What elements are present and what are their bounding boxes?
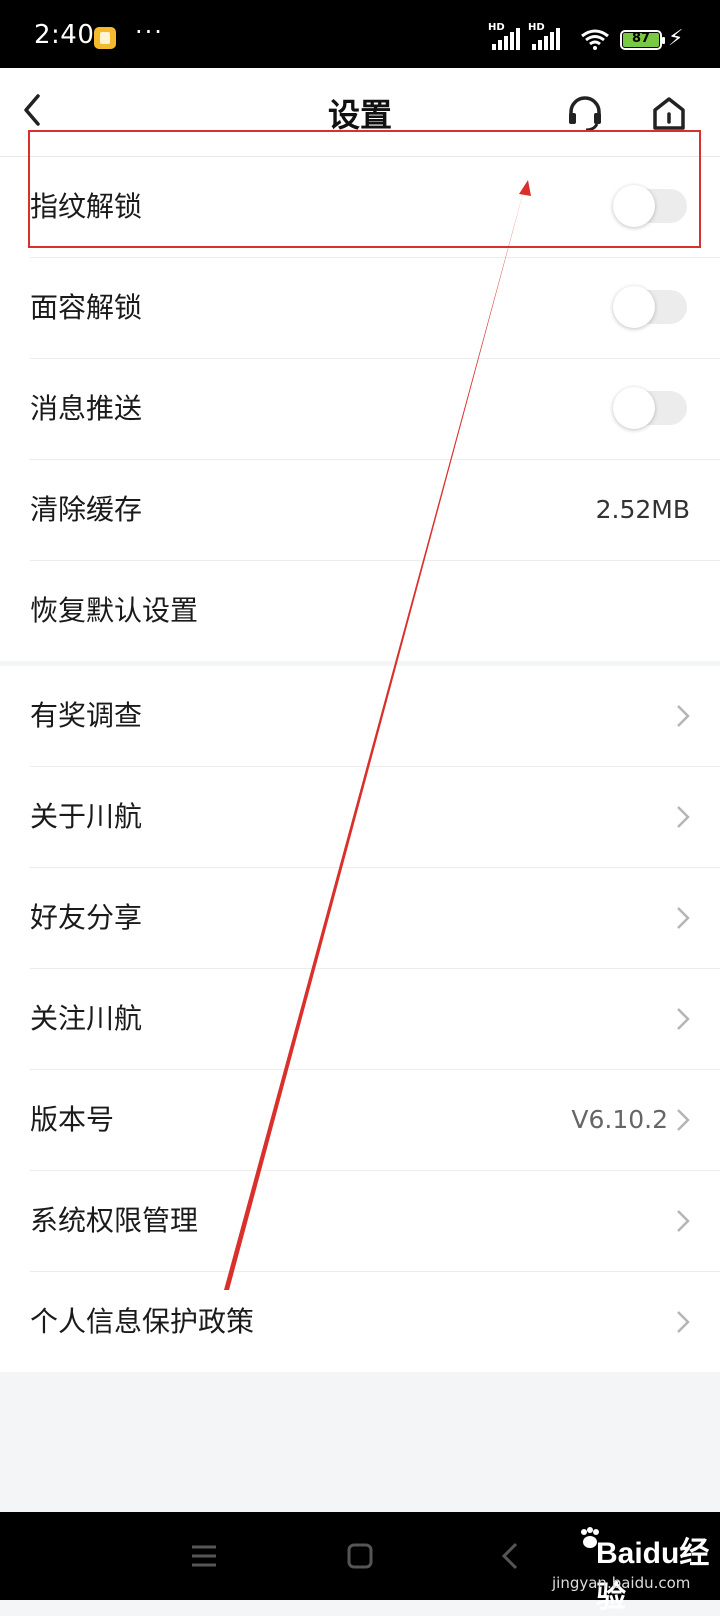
settings-row-follow[interactable]: 关注川航 (30, 969, 720, 1070)
baidu-watermark: Baidu经验 jingyan.baidu.com (548, 1518, 718, 1614)
settings-row-version[interactable]: 版本号 V6.10.2 (30, 1070, 720, 1171)
settings-row-privacy-policy[interactable]: 个人信息保护政策 (30, 1272, 720, 1372)
version-value: V6.10.2 (571, 1105, 668, 1134)
status-time: 2:40 (34, 20, 95, 50)
face-unlock-toggle[interactable] (613, 286, 687, 328)
settings-row-face-unlock[interactable]: 面容解锁 (30, 258, 720, 359)
row-label: 关于川航 (30, 800, 143, 833)
wifi-icon (581, 29, 609, 50)
chevron-right-icon (677, 705, 690, 727)
row-label: 好友分享 (30, 901, 143, 934)
row-label: 关注川航 (30, 1002, 143, 1035)
notification-app-icon (94, 27, 116, 49)
settings-row-share-friends[interactable]: 好友分享 (30, 868, 720, 969)
settings-row-clear-cache[interactable]: 清除缓存 2.52MB (30, 460, 720, 561)
settings-row-push-notifications[interactable]: 消息推送 (30, 359, 720, 460)
row-label: 个人信息保护政策 (30, 1305, 255, 1338)
row-label: 清除缓存 (30, 493, 143, 526)
battery-icon: 87 (620, 30, 665, 50)
charging-icon: ⚡ (668, 26, 684, 51)
battery-level: 87 (631, 31, 651, 46)
settings-group-primary: 指纹解锁 面容解锁 消息推送 清除缓存 2.52MB 恢复默认设置 (0, 157, 720, 661)
back-button-icon[interactable] (492, 1538, 528, 1574)
settings-row-survey[interactable]: 有奖调查 (30, 666, 720, 767)
row-label: 指纹解锁 (30, 190, 143, 223)
chevron-right-icon (677, 1311, 690, 1333)
chevron-right-icon (677, 1008, 690, 1030)
watermark-url: jingyan.baidu.com (552, 1574, 691, 1592)
home-button-icon[interactable] (342, 1538, 378, 1574)
status-bar: 2:40 ··· HD HD 87 ⚡ (0, 0, 720, 68)
more-notifications-indicator: ··· (135, 18, 164, 46)
settings-row-fingerprint-unlock[interactable]: 指纹解锁 (30, 157, 720, 258)
row-label: 版本号 (30, 1103, 115, 1136)
chevron-right-icon (677, 907, 690, 929)
row-label: 有奖调查 (30, 699, 143, 732)
fingerprint-unlock-toggle[interactable] (613, 185, 687, 227)
settings-row-restore-defaults[interactable]: 恢复默认设置 (30, 561, 720, 661)
headset-icon[interactable] (566, 94, 604, 132)
settings-row-about[interactable]: 关于川航 (30, 767, 720, 868)
watermark-text: Baidu经验 (596, 1537, 710, 1614)
chevron-right-icon (677, 1109, 690, 1131)
chevron-right-icon (677, 806, 690, 828)
row-label: 消息推送 (30, 392, 143, 425)
settings-row-permissions[interactable]: 系统权限管理 (30, 1171, 720, 1272)
home-icon[interactable] (650, 94, 688, 132)
push-notifications-toggle[interactable] (613, 387, 687, 429)
row-label: 面容解锁 (30, 291, 143, 324)
signal-icon: HD (528, 22, 560, 50)
page-title: 设置 (327, 96, 392, 134)
settings-group-links: 有奖调查 关于川航 好友分享 关注川航 版本号 V6.10.2 系统权限管理 个… (0, 666, 720, 1372)
app-header: 设置 (0, 68, 720, 157)
row-label: 系统权限管理 (30, 1204, 199, 1237)
chevron-right-icon (677, 1210, 690, 1232)
cache-size-value: 2.52MB (595, 495, 690, 524)
signal-icon: HD (488, 22, 520, 50)
row-label: 恢复默认设置 (30, 594, 199, 627)
menu-icon[interactable] (186, 1538, 222, 1574)
